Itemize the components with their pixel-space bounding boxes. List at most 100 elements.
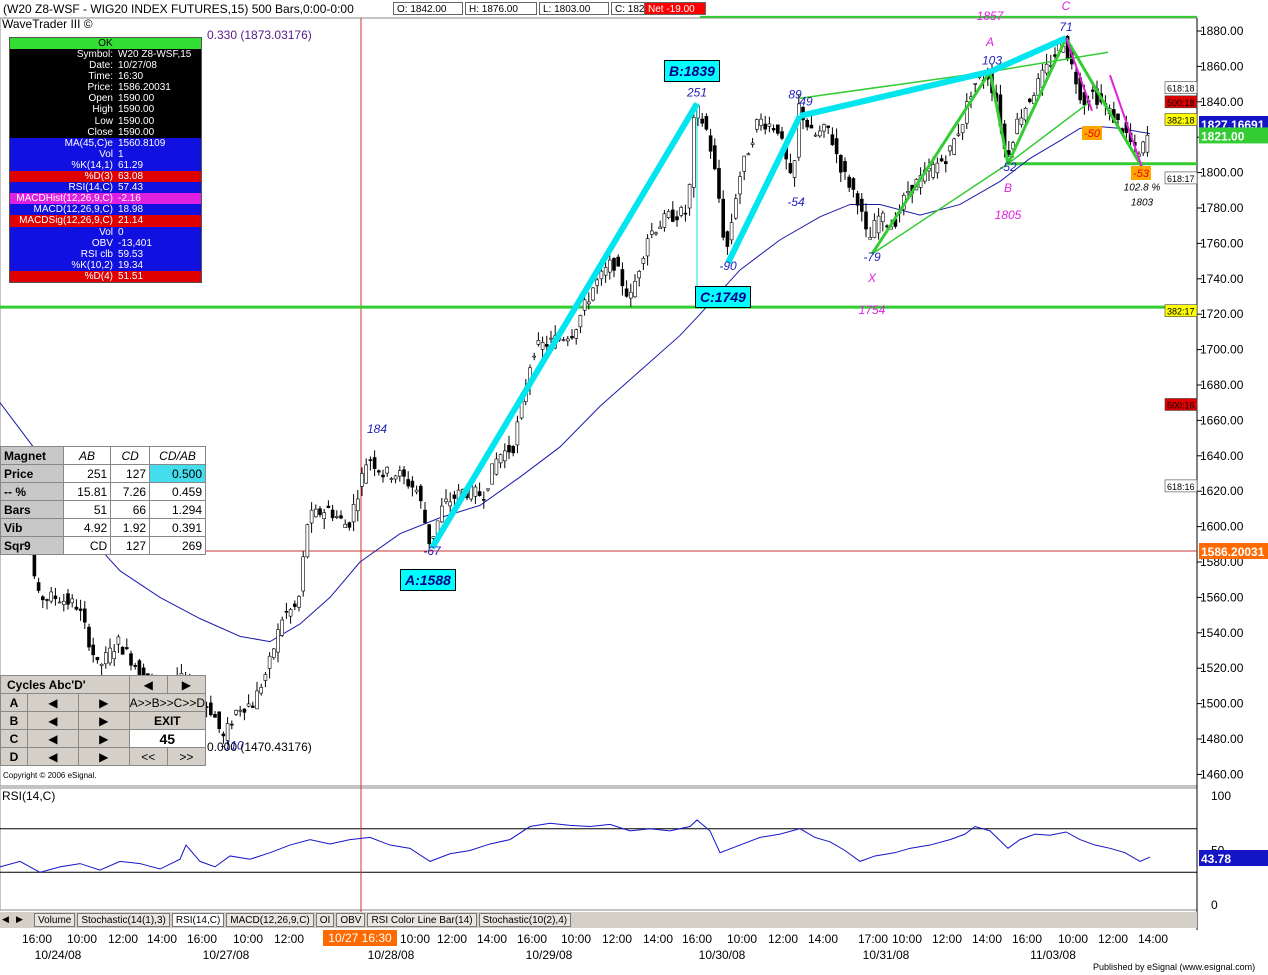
tab-scroll-right[interactable]: ▶	[16, 914, 23, 925]
box-53-label: -53	[1133, 168, 1150, 180]
harmonic-b-value: 1805	[995, 208, 1022, 222]
tab-stochastic-10-2-4-[interactable]: Stochastic(10(2),4)	[478, 913, 572, 927]
exit-button[interactable]: EXIT	[128, 711, 207, 730]
candle-body	[423, 509, 427, 524]
candle-body	[817, 130, 822, 137]
tab-volume[interactable]: Volume	[34, 913, 76, 927]
info-value: -13,401	[118, 237, 152, 249]
cycle-b-left[interactable]: ◀	[27, 711, 79, 730]
magnet-header: CD/AB	[149, 446, 206, 465]
candle-body	[952, 138, 957, 155]
candle-body	[872, 220, 877, 238]
info-value: 59.53	[118, 248, 144, 260]
candle-body	[78, 608, 83, 611]
x-time-label: 17:00	[858, 932, 888, 946]
table-row: Bars 51 66 1.294	[0, 500, 206, 519]
magnet-header: CD	[110, 446, 151, 465]
cycle-row-d[interactable]: D	[0, 747, 28, 766]
x-time-label: 12:00	[274, 932, 304, 946]
tab-oi[interactable]: OI	[315, 913, 335, 927]
candle-body	[838, 155, 843, 173]
y-tick-label: 1720.00	[1200, 307, 1244, 321]
cycles-left-arrow[interactable]: ◀	[128, 675, 168, 694]
tab-macd-12-26-9-c-[interactable]: MACD(12,26,9,C)	[226, 913, 314, 927]
table-row: -- % 15.81 7.26 0.459	[0, 482, 206, 501]
y-tick-label: 1800.00	[1200, 166, 1244, 180]
candle-body	[133, 665, 137, 667]
next-button[interactable]: >>	[166, 747, 207, 766]
x-time-label: 16:00	[517, 932, 547, 946]
candle-body	[935, 162, 940, 174]
cycles-title: Cycles Abc'D'	[0, 675, 130, 694]
tab-rsi-14-c-[interactable]: RSI(14,C)	[171, 913, 225, 927]
magnet-cell: 7.26	[110, 482, 151, 501]
info-label: RSI clb	[80, 248, 113, 260]
candle-body	[53, 595, 58, 600]
cycle-c-left[interactable]: ◀	[27, 729, 79, 748]
swing-label: 49	[799, 94, 813, 108]
cycle-a-left[interactable]: ◀	[27, 693, 79, 712]
info-value: 51.51	[118, 270, 144, 282]
candle-body	[771, 128, 776, 131]
info-row: Open 1590.00	[10, 93, 201, 105]
candle-body	[687, 184, 692, 209]
info-row: Low 1590.00	[10, 115, 201, 127]
cycle-c-right[interactable]: ▶	[77, 729, 130, 748]
y-tick-label: 1480.00	[1200, 732, 1244, 746]
magnet-header: AB	[62, 446, 112, 465]
info-row: %D(4) 51.51	[10, 270, 201, 282]
candle-body	[708, 135, 713, 152]
candle-body	[83, 608, 87, 623]
candle-body	[1074, 71, 1078, 85]
tab-rsi-color-line-bar-14-[interactable]: RSI Color Line Bar(14)	[367, 913, 477, 927]
candle-body	[956, 133, 961, 136]
info-label: Symbol:	[76, 49, 113, 60]
info-row: Vol 1	[10, 148, 201, 160]
y-tick-label: 1600.00	[1200, 520, 1244, 534]
magnet-cell: 1.92	[110, 518, 151, 537]
cycle-row-c[interactable]: C	[0, 729, 28, 748]
candle-body	[397, 470, 402, 477]
candle-body	[284, 610, 289, 613]
candle-body	[620, 269, 625, 287]
right-tag-label: 618:18	[1167, 84, 1195, 94]
magnet-cell: Vib	[0, 518, 64, 537]
copyright: Copyright © 2006 eSignal.	[3, 771, 97, 780]
info-row: %K(14,1) 61.29	[10, 159, 201, 172]
nav-button[interactable]: A>>B>>C>>D	[128, 693, 207, 712]
ok-bar[interactable]: OK	[10, 38, 201, 49]
cycle-row-a[interactable]: A	[0, 693, 28, 712]
cycle-d-left[interactable]: ◀	[27, 747, 79, 766]
magnet-cell: 269	[149, 536, 206, 555]
x-time-label: 14:00	[1138, 932, 1168, 946]
cycles-right-arrow[interactable]: ▶	[166, 675, 207, 694]
cycle-a-right[interactable]: ▶	[77, 693, 130, 712]
tab-stochastic-14-1-3-[interactable]: Stochastic(14(1),3)	[77, 913, 170, 927]
prev-button[interactable]: <<	[128, 747, 168, 766]
candle-body	[540, 342, 545, 350]
candle-body	[209, 702, 213, 716]
candle-body	[847, 176, 852, 188]
x-time-label: 12:00	[437, 932, 467, 946]
tab-obv[interactable]: OBV	[336, 913, 366, 927]
candle-body	[868, 237, 873, 240]
info-value: 1586.20031	[118, 82, 171, 94]
cycle-row-b[interactable]: B	[0, 711, 28, 730]
candle-body	[137, 660, 142, 675]
magnet-cell: 51	[62, 500, 112, 519]
candle-body	[444, 498, 448, 503]
candle-body	[662, 213, 667, 228]
candle-body	[313, 508, 318, 518]
tab-scroll-left[interactable]: ◀	[2, 914, 9, 925]
info-row: MA(45,C)e 1560.8109	[10, 137, 201, 149]
candle-body	[725, 231, 730, 247]
candle-body	[364, 464, 369, 484]
candle-body	[628, 291, 633, 299]
cycle-d-right[interactable]: ▶	[77, 747, 130, 766]
cycle-b-right[interactable]: ▶	[77, 711, 130, 730]
y-tick-label: 1540.00	[1200, 626, 1244, 640]
candle-body	[948, 145, 952, 152]
candle-body	[347, 522, 352, 528]
candle-body	[305, 524, 310, 558]
table-row: Sqr9 CD 127 269	[0, 536, 206, 555]
